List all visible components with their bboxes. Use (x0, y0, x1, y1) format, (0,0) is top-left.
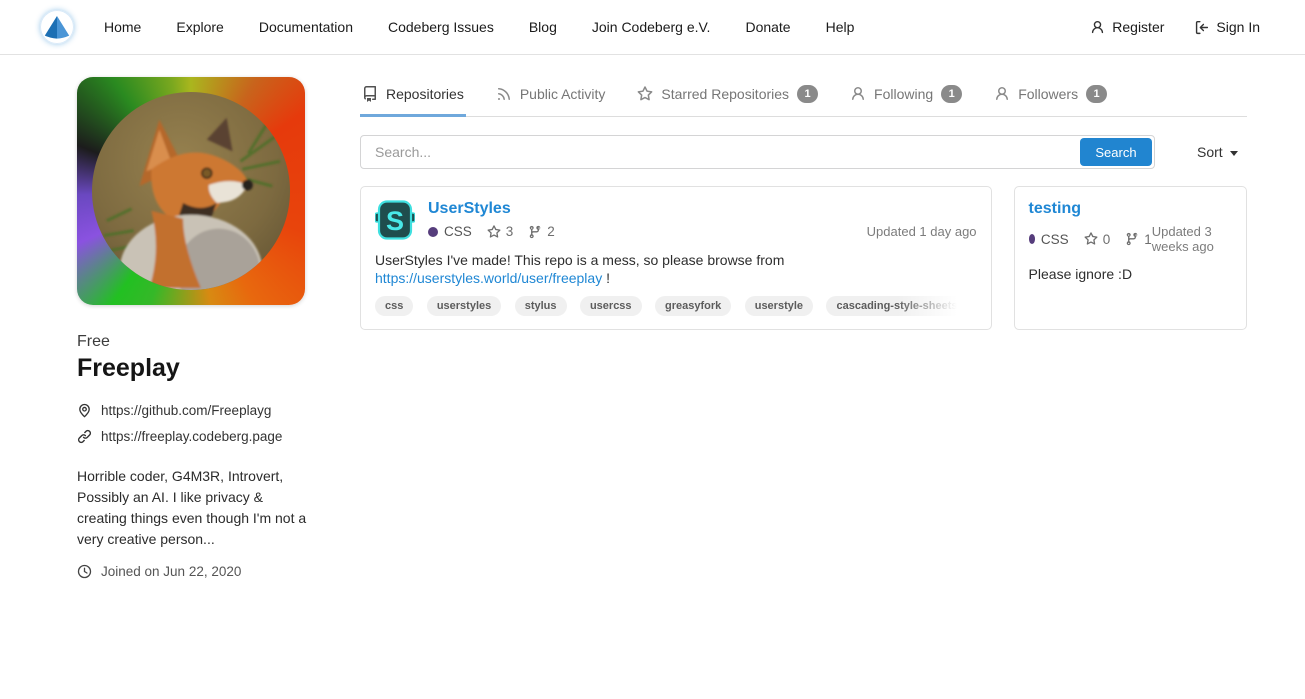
nav-blog[interactable]: Blog (529, 19, 557, 35)
nav-documentation[interactable]: Documentation (259, 19, 353, 35)
git-branch-icon (1125, 232, 1139, 246)
nav-help[interactable]: Help (826, 19, 855, 35)
sign-in-icon (1194, 20, 1209, 35)
git-branch-icon (528, 225, 542, 239)
person-icon (1090, 20, 1105, 35)
userstyles-logo-icon: S (375, 200, 415, 240)
repo-link-testing[interactable]: testing (1029, 200, 1081, 218)
profile-website-link[interactable]: https://freeplay.codeberg.page (77, 429, 307, 444)
fox-avatar-photo (92, 92, 290, 290)
top-navigation-bar: Home Explore Documentation Codeberg Issu… (0, 0, 1305, 55)
codeberg-mountain-icon (40, 10, 74, 44)
repo-stars[interactable]: 0 (1084, 232, 1111, 247)
topic-tag[interactable]: usercss (580, 296, 642, 316)
repo-stars[interactable]: 3 (487, 224, 514, 239)
repo-description: Please ignore :D (1029, 265, 1232, 283)
following-count-badge: 1 (941, 85, 962, 103)
sort-dropdown[interactable]: Sort (1197, 144, 1238, 160)
topic-tag[interactable]: cascading-style-sheets (826, 296, 967, 316)
link-icon (77, 429, 92, 444)
person-icon (850, 86, 866, 102)
starred-count-badge: 1 (797, 85, 818, 103)
codeberg-logo[interactable] (40, 10, 74, 44)
repo-updated: Updated 3 weeks ago (1152, 224, 1232, 254)
nav-explore[interactable]: Explore (176, 19, 223, 35)
nav-codeberg-issues[interactable]: Codeberg Issues (388, 19, 494, 35)
user-avatar[interactable] (77, 77, 305, 305)
rss-icon (496, 86, 512, 102)
profile-joined-date: Joined on Jun 22, 2020 (77, 564, 307, 579)
auth-links: Register Sign In (1090, 19, 1260, 35)
star-icon (1084, 232, 1098, 246)
search-input[interactable] (360, 135, 1155, 169)
profile-bio: Horrible coder, G4M3R, Introvert, Possib… (77, 466, 307, 550)
star-icon (487, 225, 501, 239)
tab-following[interactable]: Following 1 (848, 79, 964, 117)
topic-tag[interactable]: greasyfork (655, 296, 731, 316)
profile-username: Freeplay (77, 354, 307, 383)
tab-public-activity[interactable]: Public Activity (494, 79, 608, 117)
topic-tag[interactable]: userstyle (745, 296, 813, 316)
topic-tag[interactable]: userstyles (427, 296, 501, 316)
repo-link-userstyles[interactable]: UserStyles (428, 200, 511, 218)
tab-repositories[interactable]: Repositories (360, 79, 466, 117)
repo-description: UserStyles I've made! This repo is a mes… (375, 251, 977, 287)
repo-forks[interactable]: 1 (1125, 232, 1152, 247)
profile-sidebar: Free Freeplay https://github.com/Freepla… (77, 77, 307, 579)
repo-updated: Updated 1 day ago (867, 224, 977, 239)
language-dot-css (428, 227, 438, 237)
search-button[interactable]: Search (1080, 138, 1152, 166)
language-dot-css (1029, 234, 1035, 244)
sign-in-link[interactable]: Sign In (1194, 19, 1260, 35)
repo-card-userstyles: S UserStyles CSS 3 (360, 186, 992, 330)
register-link[interactable]: Register (1090, 19, 1164, 35)
nav-join-codeberg[interactable]: Join Codeberg e.V. (592, 19, 711, 35)
nav-home[interactable]: Home (104, 19, 141, 35)
svg-text:S: S (386, 206, 404, 236)
clock-icon (77, 564, 92, 579)
profile-display-name: Free (77, 333, 307, 351)
followers-count-badge: 1 (1086, 85, 1107, 103)
repo-card-testing: testing CSS 0 (1014, 186, 1247, 330)
nav-donate[interactable]: Donate (745, 19, 790, 35)
repo-icon (362, 86, 378, 102)
tab-starred-repositories[interactable]: Starred Repositories 1 (635, 79, 820, 117)
topic-tag[interactable]: stylus (515, 296, 567, 316)
profile-content: Repositories Public Activity Starred Rep… (360, 77, 1247, 579)
description-link[interactable]: https://userstyles.world/user/freeplay (375, 270, 602, 286)
topic-tag[interactable]: css (375, 296, 413, 316)
profile-location-link[interactable]: https://github.com/Freeplayg (77, 403, 307, 418)
location-pin-icon (77, 403, 92, 418)
person-icon (994, 86, 1010, 102)
repo-topics: css userstyles stylus usercss greasyfork… (375, 296, 977, 316)
repo-forks[interactable]: 2 (528, 224, 555, 239)
repo-language: CSS (444, 224, 472, 239)
star-icon (637, 86, 653, 102)
repo-language: CSS (1041, 232, 1069, 247)
main-nav: Home Explore Documentation Codeberg Issu… (104, 19, 854, 35)
repo-search-row: Search Sort (360, 135, 1247, 169)
repository-list: S UserStyles CSS 3 (360, 186, 1247, 330)
profile-tabs: Repositories Public Activity Starred Rep… (360, 79, 1247, 117)
chevron-down-icon (1230, 151, 1238, 156)
tab-followers[interactable]: Followers 1 (992, 79, 1109, 117)
